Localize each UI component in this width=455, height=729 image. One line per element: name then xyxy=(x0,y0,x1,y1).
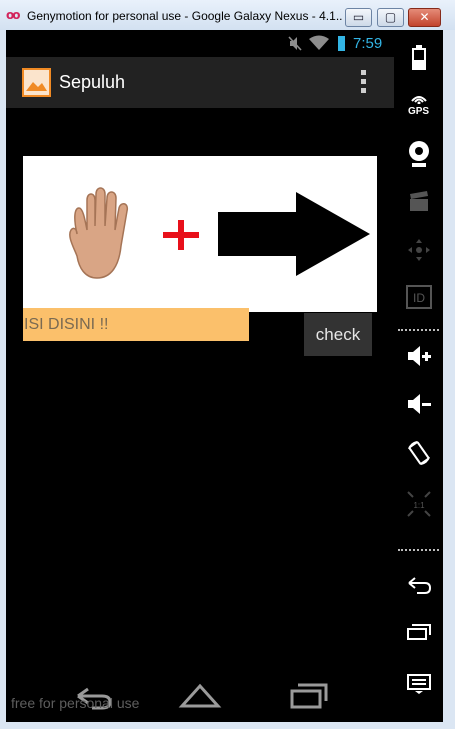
gps-label: GPS xyxy=(407,106,430,117)
android-screen: 7:59 Sepuluh check xyxy=(6,30,394,722)
menu-icon xyxy=(406,674,431,694)
dpad-widget[interactable] xyxy=(394,237,443,273)
recents-icon[interactable] xyxy=(286,680,330,712)
webcam-icon xyxy=(408,141,429,167)
id-icon: ID xyxy=(405,285,432,309)
genymotion-window: oo Genymotion for personal use - Google … xyxy=(0,0,455,729)
battery-icon xyxy=(338,36,345,51)
volume-down-button[interactable] xyxy=(394,393,443,429)
volume-up-icon xyxy=(407,346,431,366)
scale-icon: 1:1 xyxy=(406,491,431,517)
wifi-icon xyxy=(309,35,329,50)
window-border xyxy=(443,30,455,729)
maximize-button[interactable]: ▢ xyxy=(377,8,404,27)
video-widget[interactable] xyxy=(394,190,443,226)
dpad-icon xyxy=(407,239,430,261)
status-bar: 7:59 xyxy=(6,30,394,57)
gps-widget[interactable]: GPS xyxy=(394,92,443,128)
watermark: free for personal use xyxy=(11,695,140,711)
action-bar: Sepuluh xyxy=(6,57,394,108)
panel-menu-button[interactable] xyxy=(394,672,443,708)
window-titlebar[interactable]: oo Genymotion for personal use - Google … xyxy=(0,0,455,30)
recents-icon xyxy=(406,624,431,640)
scale-button[interactable]: 1:1 xyxy=(394,490,443,526)
app-title: Sepuluh xyxy=(59,72,126,92)
minimize-button[interactable]: ▭ xyxy=(345,8,372,27)
genymotion-side-panel: GPS ID 1:1 xyxy=(394,30,443,722)
overflow-menu-icon[interactable] xyxy=(358,70,368,96)
picture-icon[interactable] xyxy=(22,68,51,97)
mute-icon xyxy=(288,36,302,51)
plus-icon xyxy=(163,220,199,250)
id-label: ID xyxy=(413,291,425,305)
puzzle-image xyxy=(23,156,377,312)
status-clock: 7:59 xyxy=(353,35,383,52)
window-border xyxy=(0,722,455,729)
battery-widget[interactable] xyxy=(394,45,443,81)
answer-input[interactable] xyxy=(23,308,249,341)
volume-down-icon xyxy=(407,394,431,414)
hand-icon xyxy=(69,187,129,279)
gps-icon xyxy=(410,96,427,104)
panel-recents-button[interactable] xyxy=(394,623,443,659)
webcam-widget[interactable] xyxy=(394,140,443,176)
genymotion-logo-icon: oo xyxy=(6,8,20,22)
id-widget[interactable]: ID xyxy=(394,285,443,321)
home-icon[interactable] xyxy=(178,680,222,712)
camera-clapper-icon xyxy=(409,191,428,211)
window-title: Genymotion for personal use - Google Gal… xyxy=(27,9,342,23)
panel-separator xyxy=(398,549,439,551)
battery-icon xyxy=(411,45,426,70)
check-button[interactable]: check xyxy=(304,313,372,356)
scale-label: 1:1 xyxy=(413,501,425,510)
rotate-icon xyxy=(407,441,430,465)
arrow-right-icon xyxy=(218,192,370,276)
panel-separator xyxy=(398,329,439,331)
back-icon xyxy=(407,577,431,594)
rotate-button[interactable] xyxy=(394,440,443,476)
panel-back-button[interactable] xyxy=(394,575,443,611)
volume-up-button[interactable] xyxy=(394,345,443,381)
close-button[interactable]: ✕ xyxy=(408,8,441,27)
